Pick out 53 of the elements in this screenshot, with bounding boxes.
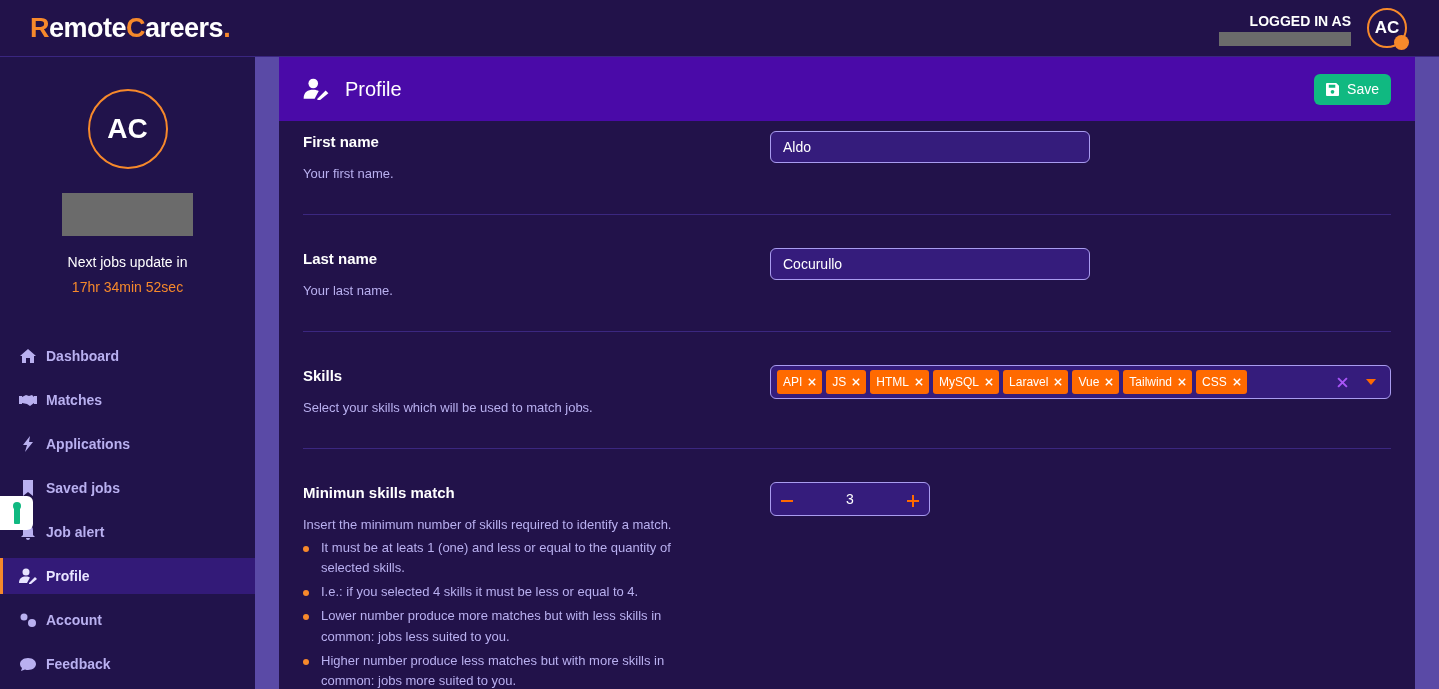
remove-icon[interactable] (1232, 378, 1241, 387)
panel-title: Profile (345, 77, 402, 103)
number-stepper[interactable]: 3 (770, 482, 930, 517)
remove-icon[interactable] (1105, 378, 1114, 387)
remove-icon[interactable] (1178, 378, 1186, 387)
logged-in-label: LOGGED IN AS (1249, 11, 1351, 31)
field-label: Last name (303, 249, 379, 270)
stepper-value: 3 (846, 489, 854, 509)
clear-icon[interactable] (1337, 376, 1348, 388)
remove-icon[interactable] (808, 378, 817, 387)
remove-icon[interactable] (985, 378, 994, 387)
user-edit-icon (19, 568, 37, 585)
field-label: Skills (303, 366, 344, 387)
help-text: Your first name. (303, 164, 395, 183)
caret-icon[interactable] (1366, 379, 1376, 386)
field-label: Minimun skills match (303, 483, 456, 504)
sidebar-item[interactable]: Profile (0, 558, 255, 595)
dropdown-badge (1394, 35, 1409, 50)
text-input[interactable]: Aldo (770, 131, 1090, 164)
minus-icon (781, 499, 793, 502)
bullet-dot (303, 614, 309, 621)
profile-avatar: AC (87, 89, 168, 170)
home-icon (19, 348, 37, 365)
sidebar-item[interactable]: Feedback (0, 646, 255, 683)
sidebar-item[interactable]: Account (0, 602, 255, 639)
sidebar-item[interactable]: Saved jobs (0, 470, 255, 507)
remove-icon[interactable] (852, 378, 861, 387)
bullet-dot (303, 546, 309, 553)
text-input[interactable]: Cocurullo (770, 248, 1090, 281)
logo[interactable]: RemoteCareers. (30, 7, 231, 49)
update-label: Next jobs update in (67, 253, 188, 273)
bullet-text: I.e.: if you selected 4 skills it must be less or equal to 4. (321, 583, 639, 602)
bullet-dot (303, 658, 309, 665)
remove-icon[interactable] (1054, 378, 1063, 387)
user-edit-icon (303, 78, 329, 101)
sidebar-item[interactable]: Matches (0, 382, 255, 419)
sidebar-item[interactable]: Dashboard (0, 338, 255, 375)
help-text: Your last name. (303, 281, 394, 300)
sidebar-item[interactable]: Applications (0, 426, 255, 463)
help-text: Select your skills which will be used to match jobs. (303, 398, 594, 417)
bullet-text: It must be at leats 1 (one) and less or equal to the quantity of selected skills. (321, 539, 672, 578)
keyhole-icon (11, 502, 22, 525)
help-text: Insert the minimum number of skills required to identify a match. (303, 515, 673, 534)
extension-tab[interactable] (0, 496, 33, 531)
user-avatar[interactable]: AC (1367, 8, 1407, 48)
bullet-text: Lower number produce more matches but with less skills in common: jobs less suited to you. (321, 607, 663, 646)
countdown-timer: 17hr 34min 52sec (71, 278, 184, 298)
speech-bubble-icon (19, 656, 37, 673)
plus-icon (907, 494, 919, 507)
remove-icon[interactable] (915, 378, 924, 387)
bullet-dot (303, 590, 309, 597)
field-label: First name (303, 132, 380, 153)
bullet-text: Higher number produce less matches but with more skills in common: jobs more suited to you. (321, 651, 666, 689)
